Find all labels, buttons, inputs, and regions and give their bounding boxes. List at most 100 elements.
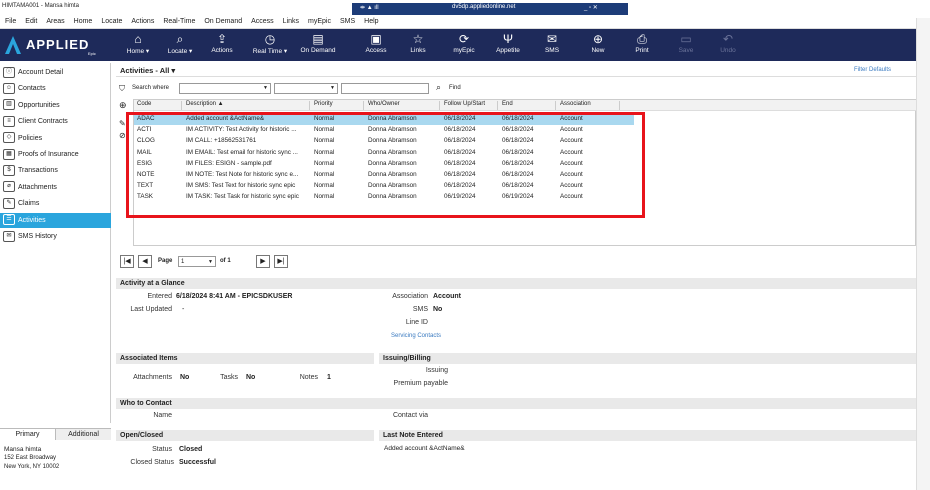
closed-status-value: Successful <box>179 459 216 466</box>
toolbar-actions-button[interactable]: ⇪ Actions <box>200 31 244 54</box>
toolbar-label: Actions <box>211 47 233 54</box>
last-note-section-title: Last Note Entered <box>379 430 916 441</box>
entered-label: Entered <box>147 293 172 300</box>
column-header[interactable]: Who/Owner <box>368 101 440 110</box>
toolbar-label: Links <box>410 47 426 54</box>
highlight-box <box>126 112 645 218</box>
toolbar-undo-button[interactable]: ↶ Undo <box>706 31 750 54</box>
window-controls-icon[interactable]: _ ▫ ✕ <box>584 4 598 11</box>
notes-value: 1 <box>327 374 331 381</box>
filter-icon[interactable]: ⛉ <box>119 84 125 94</box>
toolbar-links-button[interactable]: ☆ Links <box>396 31 440 54</box>
star-icon: ☆ <box>412 32 424 46</box>
column-header[interactable]: Follow Up/Start <box>444 101 498 110</box>
menu-myepic[interactable]: myEpic <box>308 18 331 25</box>
menu-realtime[interactable]: Real-Time <box>163 18 195 25</box>
sidebar-item-attachments[interactable]: ⌀ Attachments <box>0 180 111 195</box>
find-button[interactable]: Find <box>449 85 461 91</box>
edit-activity-icon[interactable]: ✎ <box>119 119 126 128</box>
search-operator-select[interactable]: ▼ <box>274 83 338 94</box>
search-input[interactable] <box>341 83 429 94</box>
column-header[interactable]: Code <box>137 101 182 110</box>
sidebar-item-contacts[interactable]: ☺ Contacts <box>0 81 111 96</box>
tab-primary[interactable]: Primary <box>0 429 56 440</box>
add-activity-icon[interactable]: ⊕ <box>119 100 127 111</box>
vertical-scrollbar[interactable] <box>916 18 930 490</box>
sidebar-item-activities[interactable]: ☰ Activities <box>0 212 111 228</box>
remote-session-bar[interactable]: ⇹ ▲ ıll dv5dp.appliedonline.net _ ▫ ✕ <box>352 3 628 15</box>
sidebar-item-label: Activities <box>18 216 46 224</box>
grid-header: Code Description ▲ Priority Who/Owner Follow… <box>134 100 917 111</box>
tab-additional[interactable]: Additional <box>56 429 111 440</box>
toolbar-ondemand-button[interactable]: ▤ On Demand <box>296 31 340 54</box>
toolbar-label: On Demand <box>300 47 336 54</box>
sidebar-item-label: Policies <box>18 134 43 142</box>
access-icon: ▣ <box>370 32 382 46</box>
sidebar-item-policies[interactable]: ◇ Policies <box>0 131 111 146</box>
toolbar-appetite-button[interactable]: Ψ Appetite <box>486 31 530 54</box>
window-title: HIMTAMA001 - Mansa himta <box>2 3 79 9</box>
activities-main: Activities - All ▾ Filter Defaults ⛉ Sea… <box>116 63 917 490</box>
column-header[interactable]: Association <box>560 101 620 110</box>
toolbar-print-button[interactable]: ⎙ Print <box>620 31 664 54</box>
sidebar-item-label: Account Detail <box>18 69 64 76</box>
entered-value: 6/18/2024 8:41 AM - EPICSDKUSER <box>176 293 293 300</box>
menu-home[interactable]: Home <box>74 18 93 25</box>
menu-sms[interactable]: SMS <box>340 18 355 25</box>
toolbar-realtime-button[interactable]: ◷ Real Time ▾ <box>248 31 292 55</box>
menu-links[interactable]: Links <box>283 18 299 25</box>
sidebar-item-sms-history[interactable]: ✉ SMS History <box>0 229 111 244</box>
delete-activity-icon[interactable]: ⊘ <box>119 131 126 140</box>
toolbar-new-button[interactable]: ⊕ New <box>576 31 620 54</box>
sidebar-item-transactions[interactable]: $ Transactions <box>0 163 111 178</box>
column-header[interactable]: Priority <box>314 101 364 110</box>
person-icon: ⓘ <box>3 66 15 78</box>
toolbar-save-button[interactable]: ▭ Save <box>664 31 708 54</box>
toolbar-myepic-button[interactable]: ⟳ myEpic <box>442 31 486 54</box>
toolbar-home-button[interactable]: ⌂ Home ▾ <box>116 31 160 55</box>
applied-logo-sub: Epic <box>88 51 96 56</box>
column-header[interactable]: End <box>502 101 556 110</box>
sidebar-item-opportunities[interactable]: ▥ Opportunities <box>0 98 111 113</box>
activities-title[interactable]: Activities - All ▾ <box>120 66 175 75</box>
page-select[interactable]: 1 ▼ <box>178 256 216 267</box>
undo-icon: ↶ <box>722 32 734 46</box>
prev-page-button[interactable]: ◀ <box>138 255 152 268</box>
line-id-label: Line ID <box>405 319 428 326</box>
first-page-button[interactable]: |◀ <box>120 255 134 268</box>
filter-defaults-link[interactable]: Filter Defaults <box>854 67 891 73</box>
toolbar-access-button[interactable]: ▣ Access <box>354 31 398 54</box>
dollar-icon: $ <box>3 165 15 177</box>
applied-logo-text: APPLIED <box>26 37 90 52</box>
menu-file[interactable]: File <box>5 18 16 25</box>
menu-locate[interactable]: Locate <box>101 18 122 25</box>
glance-section-title: Activity at a Glance <box>116 278 916 289</box>
menu-access[interactable]: Access <box>251 18 274 25</box>
utensils-icon: Ψ <box>502 32 514 46</box>
toolbar-sms-button[interactable]: ✉ SMS <box>530 31 574 54</box>
menu-edit[interactable]: Edit <box>25 18 37 25</box>
find-icon[interactable]: ⌕ <box>436 82 441 93</box>
menu-actions[interactable]: Actions <box>131 18 154 25</box>
contacts-icon: ☺ <box>3 83 15 95</box>
applied-logo-icon <box>4 35 22 55</box>
sidebar-item-claims[interactable]: ✎ Claims <box>0 196 111 211</box>
column-header[interactable]: Description ▲ <box>186 101 310 110</box>
sidebar-item-account-detail[interactable]: ⓘ Account Detail <box>0 65 111 80</box>
remote-controls-icon[interactable]: ⇹ ▲ ıll <box>360 4 379 11</box>
search-field-select[interactable]: ▼ <box>179 83 271 94</box>
menu-areas[interactable]: Areas <box>46 18 64 25</box>
sidebar-item-proofs-of-insurance[interactable]: ▦ Proofs of Insurance <box>0 147 111 162</box>
remote-title: dv5dp.appliedonline.net <box>452 4 516 10</box>
servicing-contacts-link[interactable]: Servicing Contacts <box>391 333 441 339</box>
menu-ondemand[interactable]: On Demand <box>204 18 242 25</box>
sidebar: ⓘ Account Detail ☺ Contacts ▥ Opportunities ≡ C… <box>0 63 111 423</box>
contact-name-label: Name <box>153 412 172 419</box>
toolbar-locate-button[interactable]: ⌕ Locate ▾ <box>158 31 202 55</box>
sidebar-item-client-contracts[interactable]: ≡ Client Contracts <box>0 114 111 129</box>
last-page-button[interactable]: ▶| <box>274 255 288 268</box>
next-page-button[interactable]: ▶ <box>256 255 270 268</box>
menu-help[interactable]: Help <box>364 18 378 25</box>
customer-panel: Primary Additional Mansa himta 152 East … <box>0 428 111 490</box>
attachments-label: Attachments <box>133 374 172 381</box>
